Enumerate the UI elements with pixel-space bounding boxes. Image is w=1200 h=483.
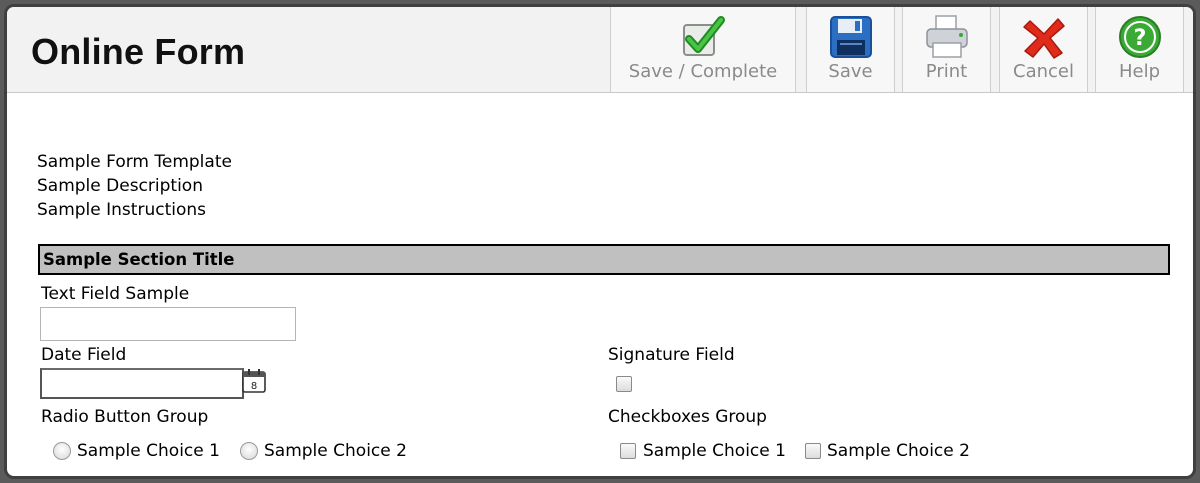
radio-choice-2-label: Sample Choice 2 <box>264 441 407 461</box>
calendar-icon[interactable]: 8 <box>241 368 267 394</box>
radio-choice-1-label: Sample Choice 1 <box>77 441 220 461</box>
section-title-bar: Sample Section Title <box>38 244 1170 275</box>
checkbox-choice-1-label: Sample Choice 1 <box>643 441 786 461</box>
form-window: Online Form Save / Complete Save Print C… <box>4 4 1196 479</box>
help-button[interactable]: ? Help <box>1095 7 1184 92</box>
page-title: Online Form <box>31 31 246 72</box>
svg-text:?: ? <box>1133 26 1146 51</box>
form-instructions: Sample Instructions <box>37 200 206 220</box>
checkbox-choice-2[interactable] <box>805 443 821 459</box>
section-title: Sample Section Title <box>43 250 235 269</box>
svg-text:8: 8 <box>251 381 257 392</box>
date-field-label: Date Field <box>41 345 127 365</box>
form-template-name: Sample Form Template <box>37 152 232 172</box>
checkbox-choice-1[interactable] <box>620 443 636 459</box>
checkbox-group-label: Checkboxes Group <box>608 407 767 427</box>
help-label: Help <box>1118 61 1161 82</box>
printer-icon <box>925 15 968 58</box>
radio-choice-1[interactable] <box>53 442 71 460</box>
save-complete-button[interactable]: Save / Complete <box>610 7 796 92</box>
header-bar: Online Form Save / Complete Save Print C… <box>7 7 1193 93</box>
radio-choice-2[interactable] <box>240 442 258 460</box>
cancel-label: Cancel <box>1013 61 1074 82</box>
print-button[interactable]: Print <box>902 7 991 92</box>
save-label: Save <box>828 61 873 82</box>
signature-field-label: Signature Field <box>608 345 735 365</box>
check-icon <box>683 16 725 56</box>
form-content: Sample Form Template Sample Description … <box>7 93 1193 476</box>
checkbox-choice-2-label: Sample Choice 2 <box>827 441 970 461</box>
save-complete-label: Save / Complete <box>628 61 778 82</box>
form-description: Sample Description <box>37 176 203 196</box>
print-label: Print <box>925 61 968 82</box>
cancel-button[interactable]: Cancel <box>999 7 1088 92</box>
text-field-label: Text Field Sample <box>41 284 190 304</box>
signature-checkbox[interactable] <box>616 376 632 392</box>
text-field-input[interactable] <box>40 307 296 341</box>
question-icon: ? <box>1118 16 1161 58</box>
red-x-icon <box>1022 18 1065 59</box>
date-field-input[interactable] <box>40 368 244 399</box>
save-button[interactable]: Save <box>806 7 895 92</box>
floppy-disk-icon <box>829 16 872 58</box>
radio-group-label: Radio Button Group <box>41 407 209 427</box>
